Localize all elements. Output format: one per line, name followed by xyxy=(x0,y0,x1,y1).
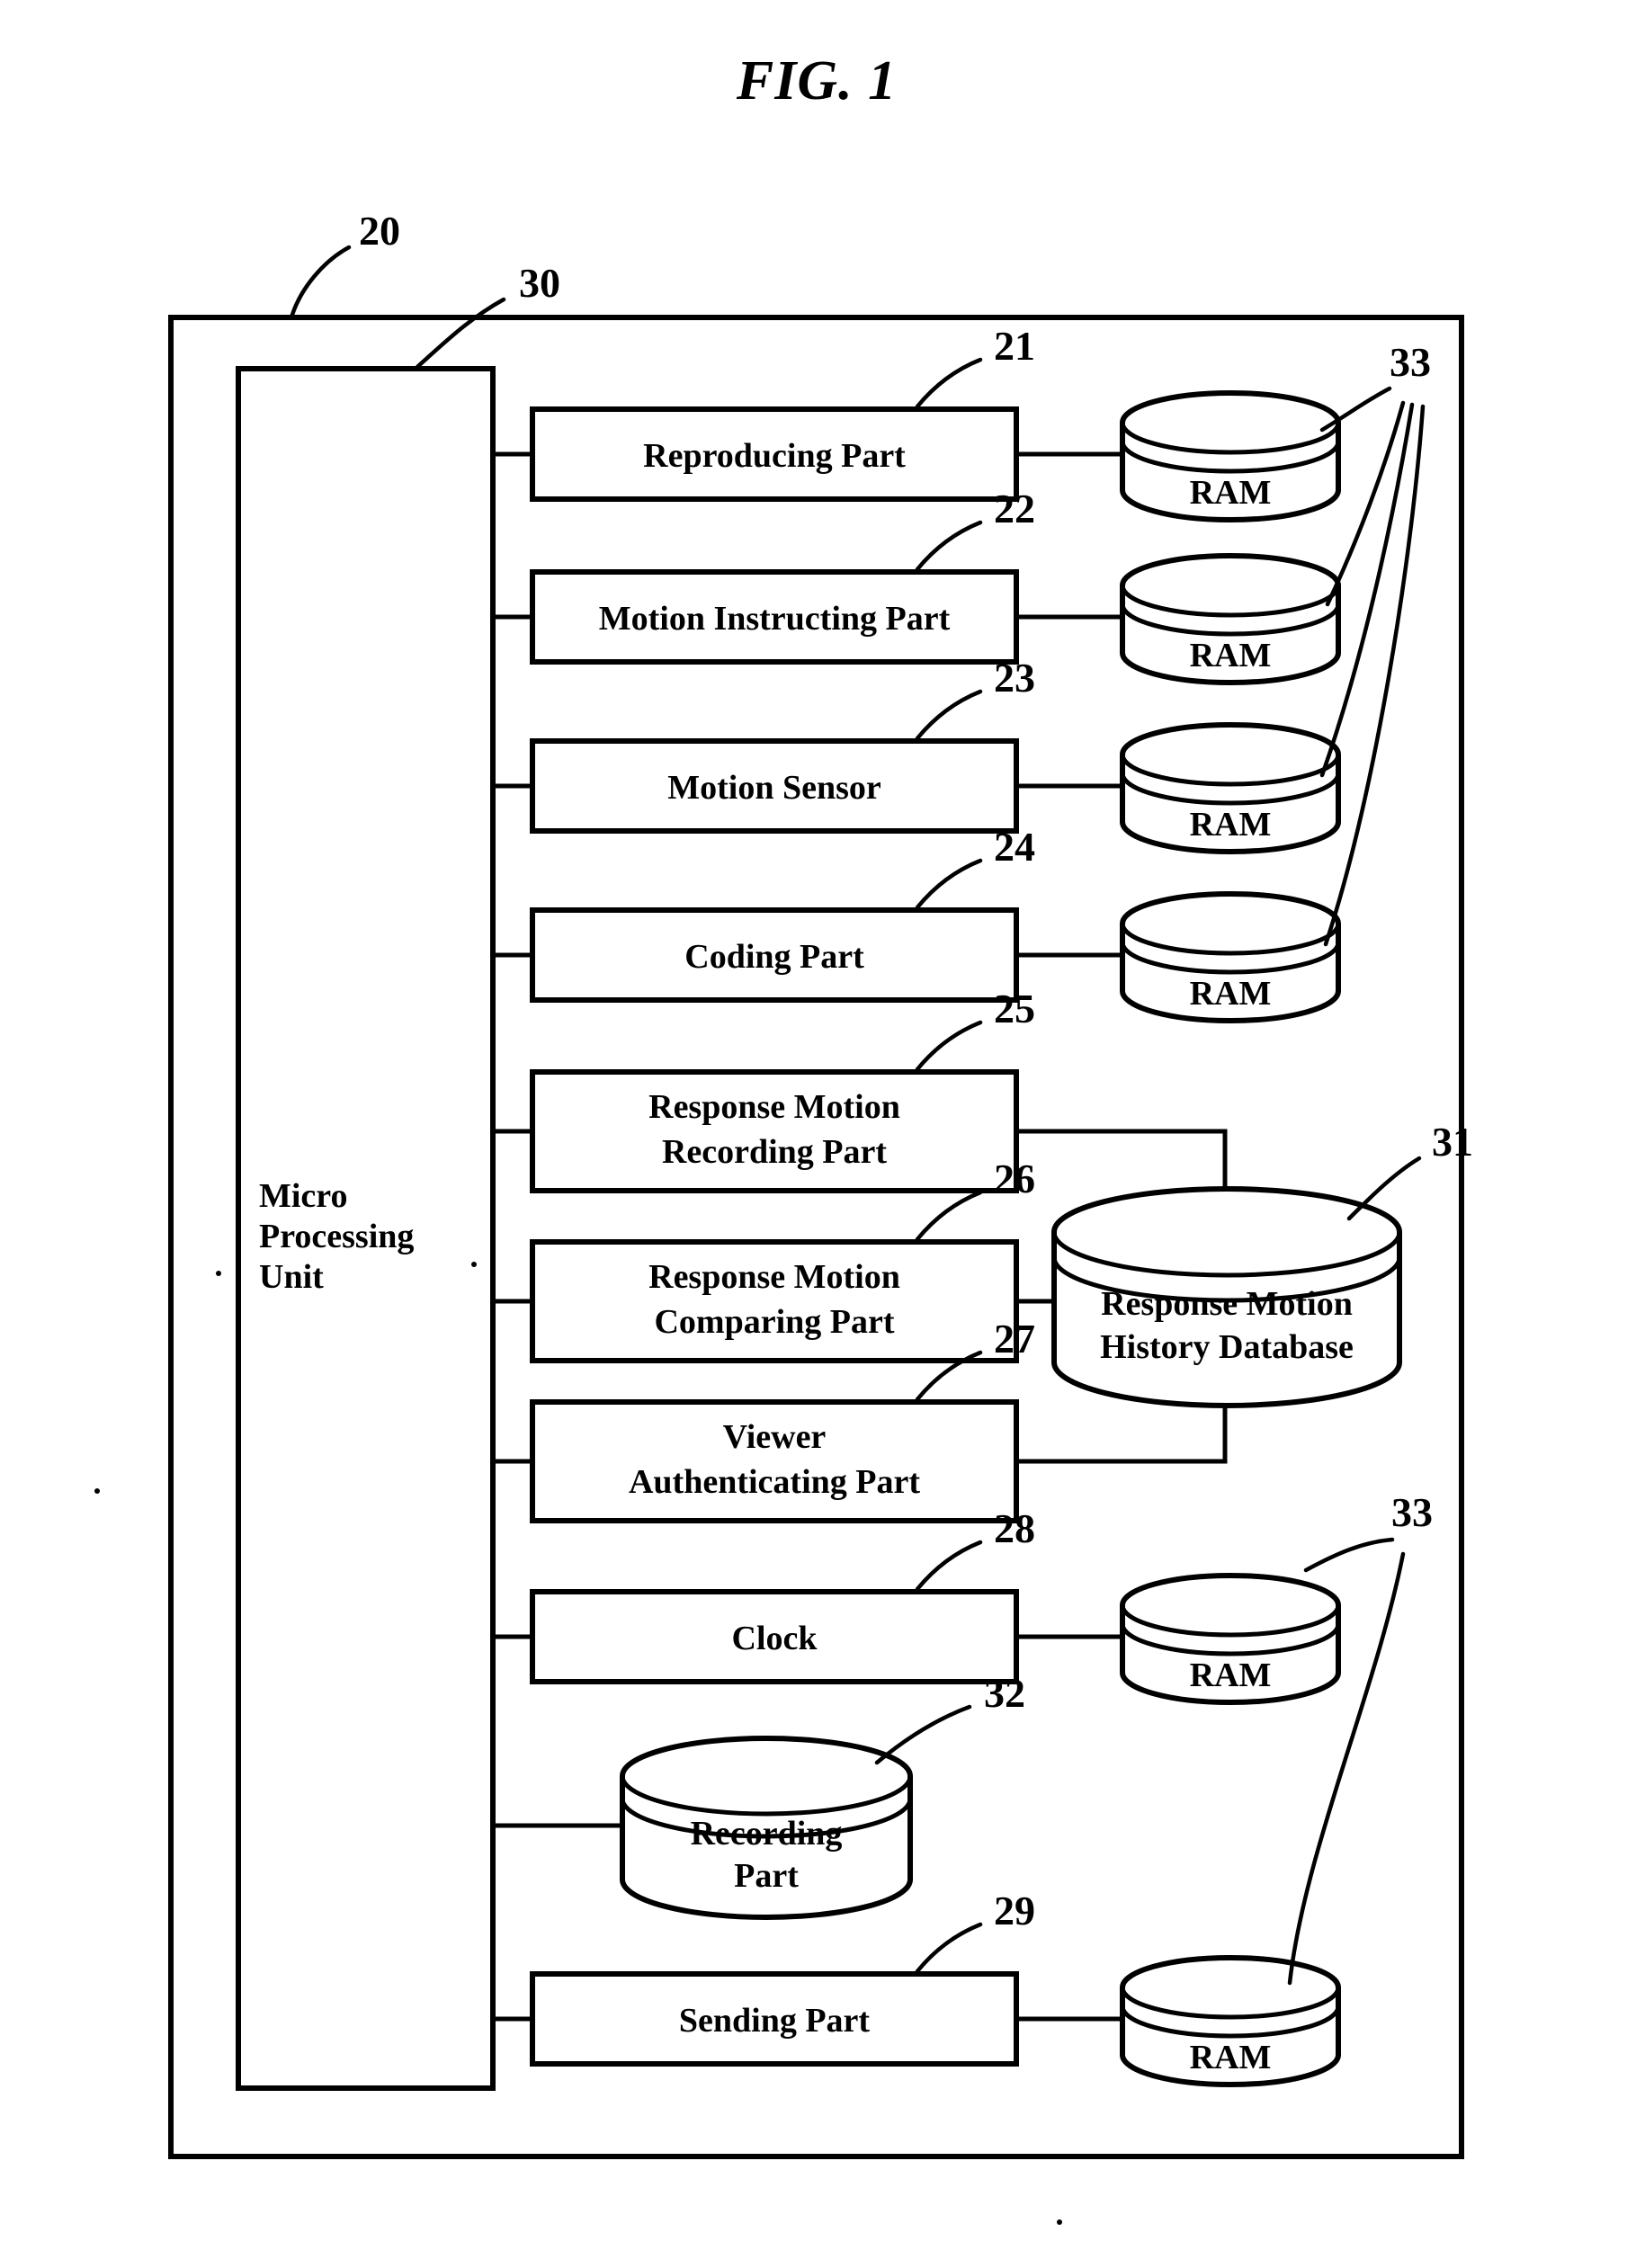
leader-line-31 xyxy=(1346,1156,1422,1221)
ram-coding-label: RAM xyxy=(1190,975,1272,1013)
scan-speck-bottom xyxy=(1057,2219,1062,2225)
recording-part-label-line-1: Recording xyxy=(691,1815,843,1853)
ref-number-23: 23 xyxy=(994,655,1035,701)
ram-motion-sensor-label: RAM xyxy=(1190,806,1272,844)
figure-canvas: FIG. 1 20 30 Micro Processing Unit Repro… xyxy=(94,50,1473,2225)
cylinder-recording-part: Recording Part 32 xyxy=(620,1670,1025,1920)
response-motion-recording-part-label-line-2: Recording Part xyxy=(662,1133,887,1171)
leader-line-30 xyxy=(415,297,506,370)
mpu-label-line-2: Processing xyxy=(259,1218,414,1255)
mpu-label-line-3: Unit xyxy=(259,1258,324,1296)
scan-speck-left xyxy=(94,1488,100,1494)
patent-figure: FIG. 1 20 30 Micro Processing Unit Repro… xyxy=(0,0,1636,2268)
wire-viewer-auth-to-database xyxy=(1016,1406,1228,1464)
leader-line-33-bottom-a xyxy=(1303,1537,1395,1573)
leader-line-26 xyxy=(915,1190,983,1242)
ref-number-31: 31 xyxy=(1432,1119,1473,1165)
ram-clock-label: RAM xyxy=(1190,1656,1272,1694)
leader-line-23 xyxy=(915,689,983,741)
ref-number-28: 28 xyxy=(994,1505,1035,1551)
cylinder-ram-clock: RAM xyxy=(1120,1573,1341,1705)
mpu-label-line-1: Micro xyxy=(259,1177,347,1215)
clock-label: Clock xyxy=(732,1620,818,1657)
scan-speck-mid xyxy=(471,1262,477,1267)
ref-number-32: 32 xyxy=(984,1670,1025,1716)
block-motion-sensor: Motion Sensor 23 xyxy=(530,655,1035,834)
block-response-motion-recording-part: Response Motion Recording Part 25 xyxy=(530,986,1035,1193)
ref-number-26: 26 xyxy=(994,1156,1035,1201)
cylinder-response-motion-history-database: Response Motion History Database 31 xyxy=(1051,1119,1473,1408)
motion-instructing-part-label: Motion Instructing Part xyxy=(599,600,951,638)
leader-line-24 xyxy=(915,858,983,910)
reproducing-part-label: Reproducing Part xyxy=(643,437,906,475)
ref-number-21: 21 xyxy=(994,323,1035,369)
ref-number-33-top: 33 xyxy=(1390,339,1431,385)
cylinder-ram-reproducing: RAM xyxy=(1120,390,1341,522)
ref-number-29: 29 xyxy=(994,1888,1035,1933)
figure-title: FIG. 1 xyxy=(736,50,897,112)
block-clock: Clock 28 xyxy=(530,1505,1035,1684)
leader-line-21 xyxy=(915,357,983,409)
ref-number-22: 22 xyxy=(994,486,1035,531)
leader-line-29 xyxy=(915,1922,983,1974)
leader-line-28 xyxy=(915,1540,983,1592)
coding-part-label: Coding Part xyxy=(684,938,864,976)
block-motion-instructing-part: Motion Instructing Part 22 xyxy=(530,486,1035,665)
response-motion-comparing-part-label-line-1: Response Motion xyxy=(648,1258,900,1296)
leader-line-25 xyxy=(915,1020,983,1072)
ram-reproducing-label: RAM xyxy=(1190,474,1272,512)
leader-line-20 xyxy=(290,245,352,317)
response-motion-history-database-label-line-1: Response Motion xyxy=(1101,1285,1353,1323)
ram-sending-label: RAM xyxy=(1190,2039,1272,2076)
ref-number-24: 24 xyxy=(994,824,1035,870)
ref-number-27: 27 xyxy=(994,1316,1035,1362)
ref-number-25: 25 xyxy=(994,986,1035,1031)
cylinder-ram-sending: RAM xyxy=(1120,1955,1341,2087)
response-motion-recording-part-label-line-1: Response Motion xyxy=(648,1088,900,1126)
ref-number-20: 20 xyxy=(359,208,400,254)
response-motion-comparing-part-label-line-2: Comparing Part xyxy=(654,1303,894,1341)
block-coding-part: Coding Part 24 xyxy=(530,824,1035,1003)
ram-group-bottom-callout: 33 xyxy=(1287,1489,1433,1986)
recording-part-label-line-2: Part xyxy=(734,1857,799,1895)
leader-line-22 xyxy=(915,520,983,572)
ref-number-33-bottom: 33 xyxy=(1391,1489,1433,1535)
viewer-authenticating-part-label-line-2: Authenticating Part xyxy=(629,1463,920,1501)
motion-sensor-label: Motion Sensor xyxy=(667,769,881,807)
ref-number-30: 30 xyxy=(519,260,560,306)
scan-speck-mpu xyxy=(216,1271,221,1276)
cylinder-ram-coding: RAM xyxy=(1120,891,1341,1023)
leader-line-33-top-a xyxy=(1319,386,1392,433)
cylinder-ram-motion-sensor: RAM xyxy=(1120,722,1341,854)
sending-part-label: Sending Part xyxy=(679,2002,871,2040)
response-motion-history-database-label-line-2: History Database xyxy=(1100,1328,1354,1366)
viewer-authenticating-part-label-line-1: Viewer xyxy=(723,1418,827,1456)
ram-motion-instructing-label: RAM xyxy=(1190,637,1272,674)
block-reproducing-part: Reproducing Part 21 xyxy=(530,323,1035,502)
cylinder-ram-motion-instructing: RAM xyxy=(1120,553,1341,685)
